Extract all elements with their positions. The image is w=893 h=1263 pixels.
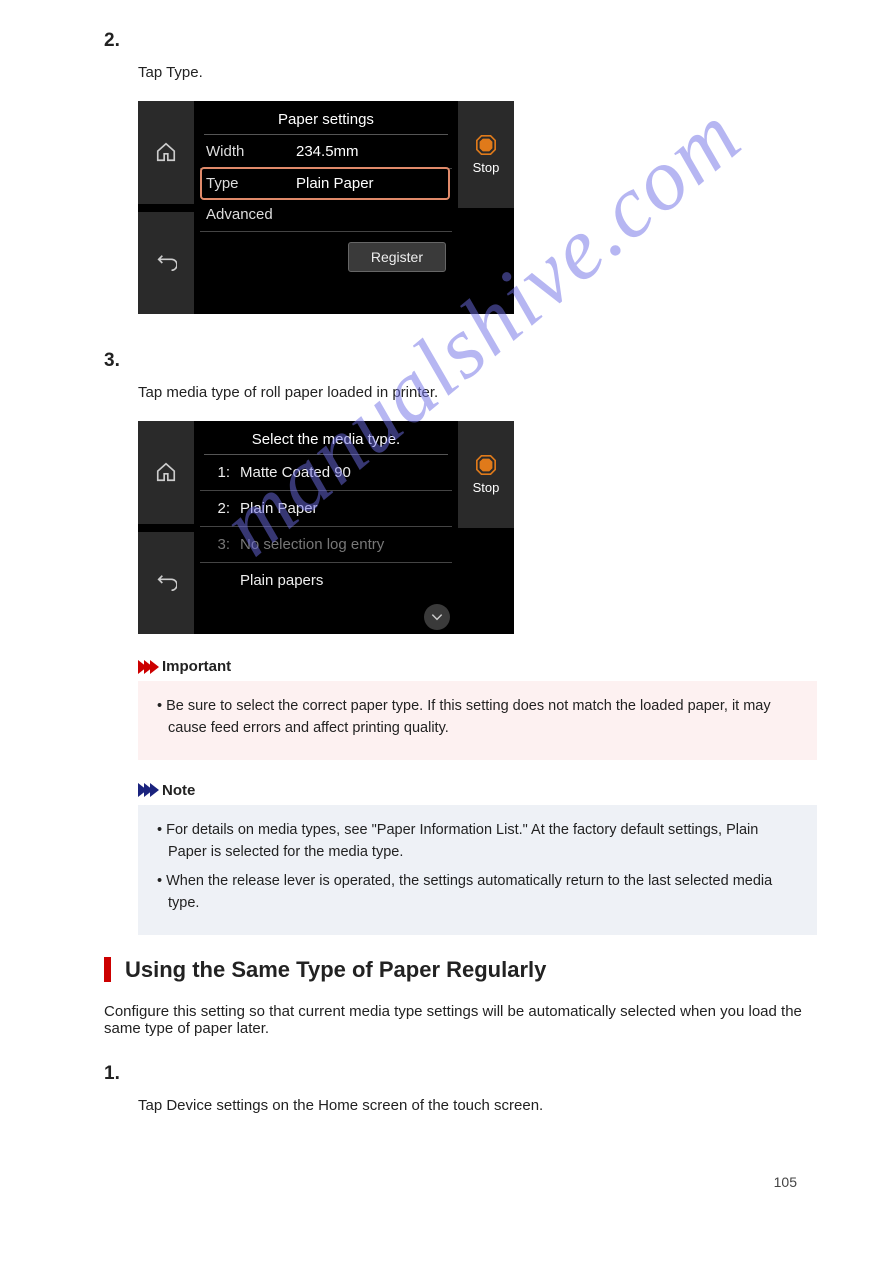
stop-icon — [475, 134, 497, 156]
media-item-1[interactable]: 1: Matte Coated 90 — [200, 455, 452, 491]
row-width[interactable]: Width 234.5mm — [200, 135, 452, 169]
item-label-2: Plain Paper — [240, 500, 318, 517]
important-text-1: • Be sure to select the correct paper ty… — [154, 695, 801, 740]
red-bar-icon — [104, 957, 111, 982]
register-button[interactable]: Register — [348, 242, 446, 272]
chevron-down-icon — [430, 610, 444, 624]
register-wrap: Register — [200, 232, 452, 278]
chevron-icon — [150, 660, 159, 674]
type-value: Plain Paper — [284, 175, 444, 192]
ts-right-panel-2: Stop — [458, 421, 514, 634]
media-item-4[interactable]: Plain papers — [200, 563, 452, 598]
row-advanced[interactable]: Advanced — [200, 198, 452, 232]
home-icon — [155, 141, 177, 163]
ts-right-panel: Stop — [458, 101, 514, 314]
stop-button-2[interactable]: Stop — [458, 421, 514, 528]
touchscreen-paper-settings: Paper settings Width 234.5mm Type Plain … — [138, 101, 514, 314]
step1b-instruction: Tap Device settings on the Home screen o… — [138, 1097, 817, 1114]
ts-center-panel: Paper settings Width 234.5mm Type Plain … — [194, 101, 458, 314]
ts-left-panel — [138, 101, 194, 314]
step2-number: 2. — [104, 30, 817, 52]
item-label-4: Plain papers — [240, 572, 323, 589]
ts-center-panel-2: Select the media type. 1: Matte Coated 9… — [194, 421, 458, 634]
stop-icon — [475, 454, 497, 476]
stop-button[interactable]: Stop — [458, 101, 514, 208]
back-icon — [155, 575, 177, 591]
item-label-1: Matte Coated 90 — [240, 464, 351, 481]
width-value: 234.5mm — [284, 143, 446, 160]
back-button-2[interactable] — [138, 532, 194, 635]
important-box: • Be sure to select the correct paper ty… — [138, 681, 817, 760]
note-text-2: • When the release lever is operated, th… — [154, 870, 801, 915]
media-item-2[interactable]: 2: Plain Paper — [200, 491, 452, 527]
section-header: Using the Same Type of Paper Regularly — [104, 957, 817, 983]
step2-instruction: Tap Type. — [138, 64, 817, 81]
important-heading: Important — [138, 658, 817, 675]
back-icon — [155, 255, 177, 271]
item-num-2: 2: — [206, 500, 230, 517]
section-title: Using the Same Type of Paper Regularly — [125, 957, 546, 983]
item-num-1: 1: — [206, 464, 230, 481]
back-button[interactable] — [138, 212, 194, 315]
scroll-down-button[interactable] — [424, 604, 450, 630]
item-label-3: No selection log entry — [240, 536, 384, 553]
note-box: • For details on media types, see "Paper… — [138, 805, 817, 935]
row-type[interactable]: Type Plain Paper — [200, 167, 450, 200]
step3-number: 3. — [104, 350, 817, 372]
chevron-icon — [150, 783, 159, 797]
screen-title-2: Select the media type. — [200, 425, 452, 454]
advanced-label: Advanced — [206, 206, 273, 223]
width-label: Width — [206, 143, 284, 160]
home-button-2[interactable] — [138, 421, 194, 532]
page-number: 105 — [90, 1174, 817, 1190]
section-body: Configure this setting so that current m… — [104, 1003, 817, 1037]
stop-label: Stop — [473, 160, 500, 175]
important-label: Important — [162, 658, 231, 675]
ts-right-filler-2 — [458, 528, 514, 635]
stop-label-2: Stop — [473, 480, 500, 495]
item-num-3: 3: — [206, 536, 230, 553]
type-label: Type — [206, 175, 284, 192]
note-heading: Note — [138, 782, 817, 799]
ts-right-filler — [458, 208, 514, 315]
screen-title: Paper settings — [200, 105, 452, 134]
step3-instruction: Tap media type of roll paper loaded in p… — [138, 384, 817, 401]
step1b-number: 1. — [104, 1063, 817, 1085]
home-button[interactable] — [138, 101, 194, 212]
media-item-3: 3: No selection log entry — [200, 527, 452, 563]
touchscreen-select-media: Select the media type. 1: Matte Coated 9… — [138, 421, 514, 634]
home-icon — [155, 461, 177, 483]
note-label: Note — [162, 782, 195, 799]
ts-left-panel-2 — [138, 421, 194, 634]
note-text-1: • For details on media types, see "Paper… — [154, 819, 801, 864]
